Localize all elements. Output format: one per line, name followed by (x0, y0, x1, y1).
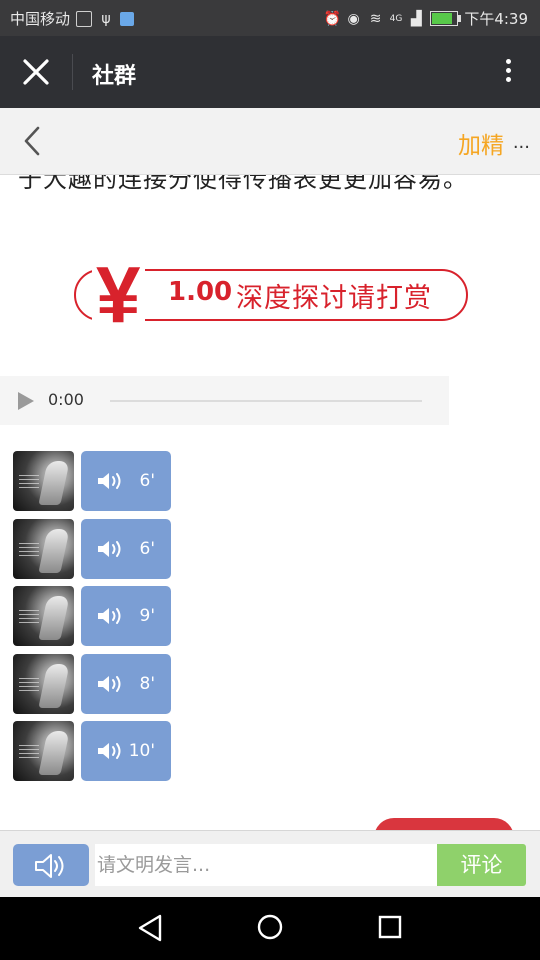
audio-player: 0:00 (0, 376, 449, 425)
speaker-icon (98, 608, 121, 624)
nav-back-button[interactable] (137, 914, 163, 946)
avatar-text (19, 745, 39, 759)
speaker-icon (98, 541, 121, 557)
battery-fill (432, 13, 453, 24)
audio-time: 0:00 (48, 390, 84, 409)
voice-duration: 9' (139, 606, 156, 626)
speaker-icon (35, 854, 64, 878)
notification-icon (76, 10, 93, 27)
voice-input-button[interactable] (13, 844, 89, 886)
wifi-icon: ≋ (369, 10, 382, 27)
more-vertical-icon (498, 59, 518, 82)
speaker-icon-wrap (97, 674, 125, 694)
audio-progress-bar[interactable] (110, 400, 422, 402)
speaker-icon (98, 676, 121, 692)
more-button[interactable] (498, 56, 518, 88)
reward-amount: 1.00 (168, 277, 233, 307)
comment-bar: 评论 (0, 830, 540, 898)
status-bar: 中国移动 ψ ⏰ ◉ ≋ 4G ▟ 下午4:39 (0, 0, 540, 36)
voice-bubble[interactable]: 6' (81, 451, 171, 511)
avatar-figure (38, 596, 70, 640)
voice-message: 9' (13, 586, 173, 646)
voice-duration: 10' (128, 741, 155, 761)
alarm-icon: ⏰ (323, 10, 342, 27)
speaker-icon-wrap (97, 741, 125, 761)
speaker-icon (98, 743, 121, 759)
post-text-cut: 于大趣的连接分使得传播表更更加容易。 (18, 175, 468, 193)
voice-bubble[interactable]: 9' (81, 586, 171, 646)
title-divider (72, 54, 73, 90)
nav-home-icon (257, 914, 283, 940)
nav-home-button[interactable] (257, 914, 283, 944)
speaker-icon-wrap (97, 471, 125, 491)
avatar[interactable] (13, 451, 74, 511)
back-button[interactable] (18, 125, 48, 157)
floating-action-button[interactable] (374, 818, 514, 830)
close-button[interactable] (20, 56, 52, 88)
essence-button[interactable]: 加精 (458, 126, 504, 160)
status-right: ⏰ ◉ ≋ 4G ▟ 下午4:39 (324, 8, 528, 29)
nav-recent-button[interactable] (378, 915, 402, 943)
reward-label: 深度探讨请打赏 (236, 283, 432, 314)
close-icon (23, 59, 49, 85)
voice-message: 10' (13, 721, 173, 781)
carrier-label: 中国移动 (10, 10, 71, 28)
title-bar: 社群 (0, 36, 540, 108)
play-button[interactable] (16, 391, 36, 411)
eye-icon: ◉ (347, 10, 360, 27)
voice-duration: 8' (139, 674, 156, 694)
yen-icon: ¥ (92, 245, 145, 345)
speaker-icon-wrap (97, 539, 125, 559)
avatar[interactable] (13, 721, 74, 781)
battery-icon (430, 11, 462, 26)
status-time: 下午4:39 (464, 10, 528, 28)
avatar-figure (38, 731, 70, 775)
avatar-figure (38, 664, 70, 708)
avatar-text (19, 475, 39, 489)
speaker-icon-wrap (97, 606, 125, 626)
usb-icon: ψ (101, 10, 111, 27)
voice-message: 6' (13, 519, 173, 579)
voice-duration: 6' (139, 471, 156, 491)
voice-duration: 6' (139, 539, 156, 559)
nav-recent-icon (378, 915, 402, 939)
avatar-text (19, 610, 39, 624)
signal-icon: ▟ (410, 10, 422, 27)
avatar-text (19, 678, 39, 692)
reward-banner[interactable]: ¥ 1.00 深度探讨请打赏 (72, 245, 468, 345)
avatar[interactable] (13, 586, 74, 646)
voice-bubble[interactable]: 8' (81, 654, 171, 714)
chevron-left-icon (24, 126, 40, 156)
status-left: 中国移动 ψ (10, 8, 135, 29)
sub-header: 加精 ... (0, 108, 540, 175)
app-icon (120, 11, 135, 26)
sub-more-button[interactable]: ... (513, 132, 530, 153)
play-icon (18, 392, 34, 410)
avatar[interactable] (13, 654, 74, 714)
page-title: 社群 (92, 64, 137, 89)
speaker-icon (98, 473, 121, 489)
comment-input[interactable] (95, 844, 437, 886)
voice-bubble[interactable]: 6' (81, 519, 171, 579)
system-nav-bar (0, 897, 540, 960)
avatar[interactable] (13, 519, 74, 579)
nav-back-icon (138, 914, 162, 942)
network-label: 4G (389, 13, 403, 24)
avatar-figure (38, 461, 70, 505)
voice-bubble[interactable]: 10' (81, 721, 171, 781)
comment-submit-button[interactable]: 评论 (437, 844, 526, 886)
avatar-text (19, 543, 39, 557)
voice-message: 6' (13, 451, 173, 511)
post-content: 于大趣的连接分使得传播表更更加容易。 ¥ 1.00 深度探讨请打赏 0:00 6… (0, 175, 540, 830)
avatar-figure (38, 529, 70, 573)
voice-message: 8' (13, 654, 173, 714)
